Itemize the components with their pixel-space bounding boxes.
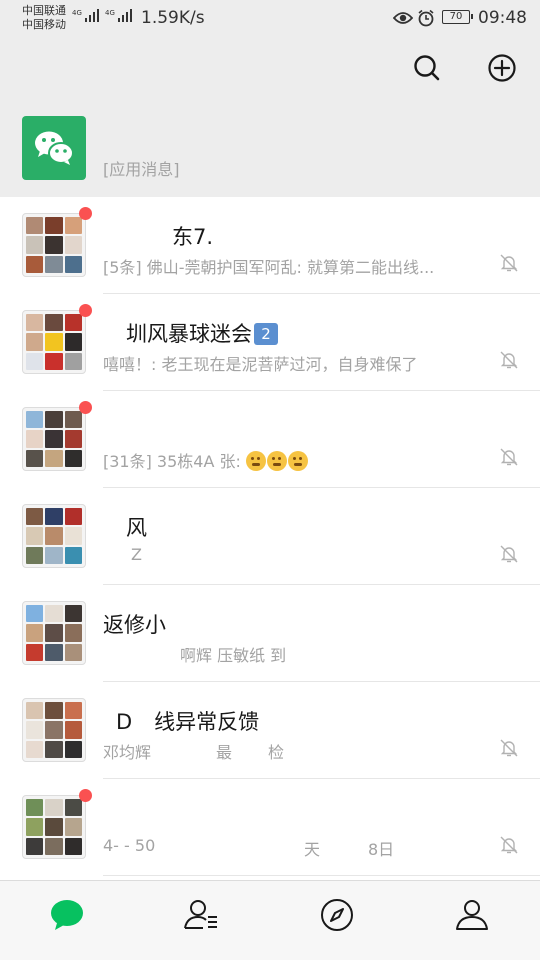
chat-subtitle: Z [131, 545, 142, 564]
chat-item[interactable]: 圳风暴球迷会 2 嘻嘻！: 老王现在是泥菩萨过河，自身难保了 [0, 294, 540, 391]
chat-subtitle-a: 4- - 50 [103, 836, 156, 855]
signal-icon-1: 4G [72, 9, 99, 22]
group-avatar [22, 213, 86, 277]
app-header [0, 36, 540, 100]
unread-dot [79, 207, 92, 220]
alarm-icon [418, 9, 434, 27]
chat-subtitle-c: 8日 [368, 840, 395, 859]
chat-title-text: 圳风暴球迷会 [126, 322, 252, 346]
group-avatar [22, 504, 86, 568]
group-avatar [22, 407, 86, 471]
mute-bell-icon [500, 448, 518, 466]
wechat-logo-avatar [22, 116, 86, 180]
chat-item[interactable]: [31条] 35栋4A 张: [0, 391, 540, 488]
wechat-logo-icon [35, 131, 74, 165]
number-badge: 2 [254, 323, 278, 345]
unread-dot [79, 789, 92, 802]
clock: 09:48 [478, 8, 527, 28]
mute-bell-icon [500, 836, 518, 854]
bottom-tab-bar [0, 880, 540, 960]
chat-item[interactable]: 返修小 啊辉 压敏纸 到 [0, 585, 540, 682]
chat-bubble-icon[interactable] [47, 895, 87, 935]
eye-icon [393, 12, 413, 24]
chat-title: 东7. [172, 225, 214, 249]
mute-bell-icon [500, 351, 518, 369]
group-avatar [22, 601, 86, 665]
chat-item[interactable]: 风 Z [0, 488, 540, 585]
chat-title-prefix: D [116, 710, 133, 734]
group-avatar [22, 795, 86, 859]
mute-bell-icon [500, 739, 518, 757]
group-avatar [22, 310, 86, 374]
chat-subtitle: 嘻嘻！: 老王现在是泥菩萨过河，自身难保了 [103, 355, 418, 374]
thinking-emoji-icon [246, 451, 266, 471]
contacts-icon[interactable] [181, 895, 221, 935]
mute-bell-icon [500, 254, 518, 272]
chat-item-app-messages[interactable]: [应用消息] [0, 100, 540, 197]
network-type-1: 4G [72, 9, 82, 17]
mute-bell-icon [500, 545, 518, 563]
chat-subtitle-c: 检 [268, 743, 285, 762]
chat-subtitle-b: 最 [216, 743, 233, 762]
chat-item[interactable]: D 线异常反馈 邓均辉 最 检 [0, 682, 540, 779]
compass-icon[interactable] [317, 895, 357, 935]
chat-title: 圳风暴球迷会 2 [126, 318, 278, 348]
carrier-info: 中国联通 中国移动 [22, 4, 66, 32]
unread-dot [79, 304, 92, 317]
add-circle-icon[interactable] [486, 52, 518, 84]
person-icon[interactable] [452, 895, 492, 935]
chat-subtitle-text: [31条] 35栋4A 张: [103, 452, 241, 471]
battery-icon: 70 [442, 10, 473, 24]
chat-subtitle: [5条] 佛山-莞朝护国军阿乱: 就算第二能出线... [103, 258, 435, 277]
network-type-2: 4G [105, 9, 115, 17]
chat-title-text: 线异常反馈 [154, 710, 260, 734]
carrier-1: 中国联通 [22, 4, 66, 17]
chat-item[interactable]: 4- - 50 天 8日 [0, 779, 540, 876]
group-avatar [22, 698, 86, 762]
chat-item[interactable]: 东7. [5条] 佛山-莞朝护国军阿乱: 就算第二能出线... [0, 197, 540, 294]
chat-subtitle: [应用消息] [103, 160, 180, 179]
chat-subtitle: [31条] 35栋4A 张: [103, 448, 309, 472]
chat-list: [应用消息] 东7. [5条] 佛山-莞朝护国军阿乱: 就算第二能出线... 圳… [0, 100, 540, 880]
chat-subtitle: 啊辉 压敏纸 到 [180, 646, 287, 665]
thinking-emoji-icon [267, 451, 287, 471]
chat-title: 返修小 [103, 613, 166, 637]
chat-title: 风 [126, 516, 147, 540]
chat-title: D 线异常反馈 [116, 706, 259, 736]
thinking-emoji-icon [288, 451, 308, 471]
chat-subtitle-a: 邓均辉 [103, 743, 152, 762]
unread-dot [79, 401, 92, 414]
network-speed: 1.59K/s [141, 8, 205, 28]
carrier-2: 中国移动 [22, 18, 66, 31]
status-bar: 中国联通 中国移动 4G 4G 1.59K/s 70 09:48 [0, 0, 540, 36]
chat-subtitle-b: 天 [304, 840, 321, 859]
search-icon[interactable] [411, 52, 443, 84]
signal-icon-2: 4G [105, 9, 132, 22]
